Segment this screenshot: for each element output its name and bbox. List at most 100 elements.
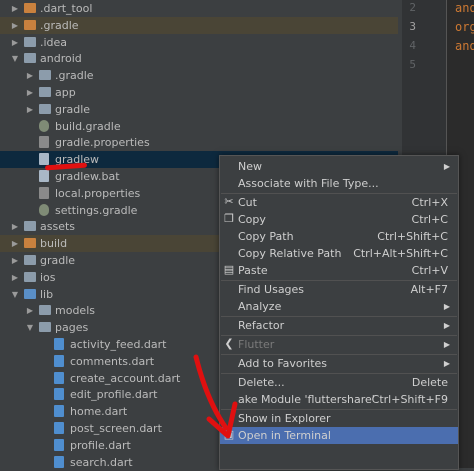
dart-file-icon — [54, 405, 64, 418]
menu-item-shortcut: Ctrl+V — [411, 264, 448, 277]
expand-right-icon[interactable]: ▶ — [25, 67, 35, 84]
tree-row-label: pages — [55, 321, 89, 335]
menu-item-shortcut: Delete — [411, 376, 448, 389]
menu-item-label: Open in Terminal — [238, 429, 331, 442]
flutter-icon: ❮ — [224, 337, 234, 350]
dart-file-icon — [54, 371, 64, 384]
tree-row-label: gradle — [55, 102, 91, 116]
tree-row-label: gradle — [40, 254, 76, 267]
menu-item-shortcut: Alt+F7 — [410, 283, 448, 296]
menu-item-copy-path[interactable]: Copy Path Ctrl+Shift+C — [220, 228, 458, 245]
tree-row[interactable]: gradle.properties — [0, 134, 398, 151]
expand-right-icon[interactable]: ▶ — [25, 101, 35, 118]
expand-right-icon[interactable]: ▶ — [10, 0, 20, 17]
menu-item-copy-relative-path[interactable]: Copy Relative Path Ctrl+Alt+Shift+C — [220, 245, 458, 262]
folder-icon — [24, 36, 36, 47]
expand-right-icon[interactable]: ▶ — [25, 84, 35, 101]
menu-item-label: Refactor — [238, 319, 285, 332]
terminal-icon: ▣ — [223, 428, 235, 441]
line-number: 3 — [409, 20, 416, 33]
menu-item-shortcut: Ctrl+Shift+C — [377, 230, 448, 243]
tree-row[interactable]: ▶ .dart_tool — [0, 0, 398, 17]
menu-item-refactor[interactable]: Refactor ▶ — [220, 317, 458, 334]
tree-row-label: post_screen.dart — [70, 422, 162, 435]
expand-down-icon[interactable]: ▼ — [25, 319, 35, 336]
dart-file-icon — [54, 422, 64, 434]
tree-row-label: app — [55, 86, 76, 99]
tree-row-label: edit_profile.dart — [70, 388, 158, 402]
tree-row-label: gradle.properties — [55, 136, 150, 150]
menu-item-show-in-explorer[interactable]: Show in Explorer — [220, 410, 458, 427]
menu-item-label: Delete... — [238, 376, 285, 389]
menu-item-open-in-terminal[interactable]: ▣ Open in Terminal — [220, 427, 458, 444]
expand-right-icon[interactable]: ▶ — [10, 218, 20, 235]
folder-icon — [24, 19, 36, 30]
tree-row-label: home.dart — [70, 405, 128, 419]
menu-item-ake-module-fluttershare[interactable]: ake Module 'fluttershare' Ctrl+Shift+F9 — [220, 391, 458, 408]
tree-row[interactable]: ▼ android — [0, 50, 398, 67]
menu-item-label: Analyze — [238, 300, 282, 313]
menu-item-new[interactable]: New ▶ — [220, 158, 458, 175]
folder-icon — [24, 3, 36, 13]
tree-row[interactable]: ▶ app — [0, 84, 398, 101]
tree-row[interactable]: ▶ .gradle — [0, 16, 398, 34]
folder-icon — [24, 255, 36, 265]
menu-item-label: Cut — [238, 196, 257, 209]
tree-row[interactable]: ▶ .idea — [0, 34, 398, 51]
gradle-file-icon — [39, 119, 49, 132]
code-line: and — [455, 1, 474, 15]
folder-icon — [39, 87, 51, 97]
tree-row-label: activity_feed.dart — [70, 338, 167, 351]
tree-row-label: .gradle — [55, 69, 94, 83]
menu-item-label: ake Module 'fluttershare' — [238, 393, 375, 406]
tree-row[interactable]: ▶ gradle — [0, 101, 398, 118]
submenu-arrow-icon: ▶ — [443, 321, 450, 330]
copy-icon: ❐ — [224, 212, 234, 225]
menu-item-shortcut: Ctrl+Shift+F9 — [371, 393, 448, 406]
line-number: 4 — [409, 39, 416, 52]
menu-item-label: Copy Path — [238, 230, 294, 243]
menu-item-associate-with-file-type[interactable]: Associate with File Type... — [220, 175, 458, 192]
dart-file-icon — [54, 354, 64, 367]
menu-item-flutter[interactable]: ❮ Flutter ▶ — [220, 336, 458, 353]
expand-right-icon[interactable]: ▶ — [10, 252, 20, 269]
menu-item-label: Copy — [238, 213, 266, 226]
line-number: 5 — [409, 58, 416, 71]
tree-row-label: gradlew.bat — [55, 170, 120, 183]
folder-icon — [39, 305, 51, 316]
dart-file-icon — [54, 438, 64, 451]
tree-row-label: build — [40, 237, 68, 251]
menu-item-label: Associate with File Type... — [238, 177, 379, 190]
context-menu: New ▶ Associate with File Type... ✂ Cut Ctrl+… — [219, 155, 459, 470]
menu-item-shortcut: Ctrl+Alt+Shift+C — [353, 247, 448, 260]
menu-item-label: Paste — [238, 264, 268, 277]
tree-row[interactable]: build.gradle — [0, 118, 398, 135]
folder-icon — [39, 322, 51, 333]
menu-item-label: Find Usages — [238, 283, 305, 296]
menu-item-find-usages[interactable]: Find Usages Alt+F7 — [220, 281, 458, 298]
expand-down-icon[interactable]: ▼ — [10, 286, 20, 303]
menu-item-label: New — [238, 160, 262, 173]
menu-item-label: Flutter — [238, 338, 275, 351]
folder-icon — [39, 70, 51, 81]
expand-down-icon[interactable]: ▼ — [10, 50, 20, 67]
file-icon — [39, 153, 49, 166]
code-line: org — [455, 20, 474, 34]
menu-item-copy[interactable]: ❐ Copy Ctrl+C — [220, 211, 458, 228]
expand-right-icon[interactable]: ▶ — [10, 34, 20, 51]
menu-item-delete[interactable]: Delete... Delete — [220, 374, 458, 391]
scissors-icon: ✂ — [224, 195, 234, 208]
tree-row[interactable]: ▶ .gradle — [0, 67, 398, 84]
menu-item-cut[interactable]: ✂ Cut Ctrl+X — [220, 194, 458, 211]
menu-item-add-to-favorites[interactable]: Add to Favorites ▶ — [220, 355, 458, 372]
expand-right-icon[interactable]: ▶ — [10, 17, 20, 34]
menu-item-analyze[interactable]: Analyze ▶ — [220, 298, 458, 315]
menu-item-paste[interactable]: ▤ Paste Ctrl+V — [220, 262, 458, 279]
tree-row-label: local.properties — [55, 186, 141, 200]
expand-right-icon[interactable]: ▶ — [10, 235, 20, 252]
expand-right-icon[interactable]: ▶ — [10, 269, 20, 286]
folder-icon — [24, 221, 36, 232]
expand-right-icon[interactable]: ▶ — [25, 302, 35, 319]
properties-file-icon — [39, 136, 49, 149]
tree-row-label: build.gradle — [55, 119, 121, 133]
